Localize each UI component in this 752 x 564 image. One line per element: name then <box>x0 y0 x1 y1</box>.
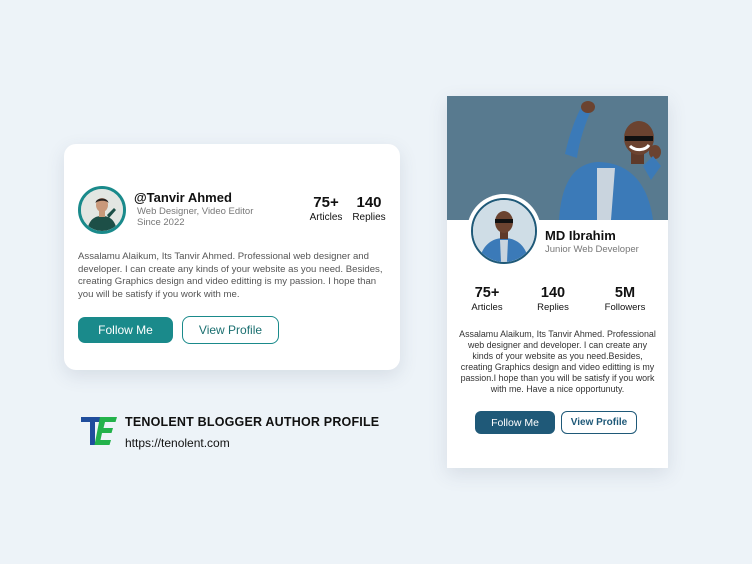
author-bio: Assalamu Alaikum, Its Tanvir Ahmed. Prof… <box>459 329 656 394</box>
stat-value: 75+ <box>474 285 500 301</box>
brand-title: TENOLENT BLOGGER AUTHOR PROFILE <box>125 415 380 429</box>
stat-value: 140 <box>540 285 566 301</box>
author-name: MD Ibrahim <box>545 228 616 243</box>
author-role: Web Designer, Video Editor <box>137 206 254 217</box>
stat-articles: 75+ Articles <box>306 194 346 223</box>
stat-value: 75+ <box>313 194 339 211</box>
stat-label: Articles <box>309 212 343 223</box>
stat-followers: 5M Followers <box>597 285 653 313</box>
author-role: Junior Web Developer <box>545 244 639 255</box>
stat-articles: 75+ Articles <box>459 285 515 313</box>
stat-replies: 140 Replies <box>349 194 389 223</box>
stat-value: 5M <box>614 285 636 301</box>
avatar[interactable] <box>78 186 126 234</box>
person-portrait-icon <box>473 200 535 262</box>
avatar[interactable] <box>467 194 541 268</box>
brand-url[interactable]: https://tenolent.com <box>125 436 230 450</box>
follow-button[interactable]: Follow Me <box>78 317 173 343</box>
person-portrait-icon <box>81 189 123 231</box>
view-profile-button[interactable]: View Profile <box>182 316 279 344</box>
author-card-vertical: MD Ibrahim Junior Web Developer 75+ Arti… <box>447 96 668 468</box>
stat-label: Followers <box>604 302 646 313</box>
stat-label: Replies <box>352 212 386 223</box>
stat-value: 140 <box>356 194 382 211</box>
author-handle: @Tanvir Ahmed <box>134 190 232 205</box>
avatar-image <box>471 198 537 264</box>
stat-label: Articles <box>471 302 503 313</box>
stat-label: Replies <box>537 302 569 313</box>
view-profile-button[interactable]: View Profile <box>561 411 637 434</box>
author-card-horizontal: @Tanvir Ahmed Web Designer, Video Editor… <box>64 144 400 370</box>
follow-button[interactable]: Follow Me <box>475 411 555 434</box>
stat-replies: 140 Replies <box>525 285 581 313</box>
author-bio: Assalamu Alaikum, Its Tanvir Ahmed. Prof… <box>78 251 383 300</box>
author-since: Since 2022 <box>137 217 185 228</box>
te-logo-icon <box>80 415 118 447</box>
